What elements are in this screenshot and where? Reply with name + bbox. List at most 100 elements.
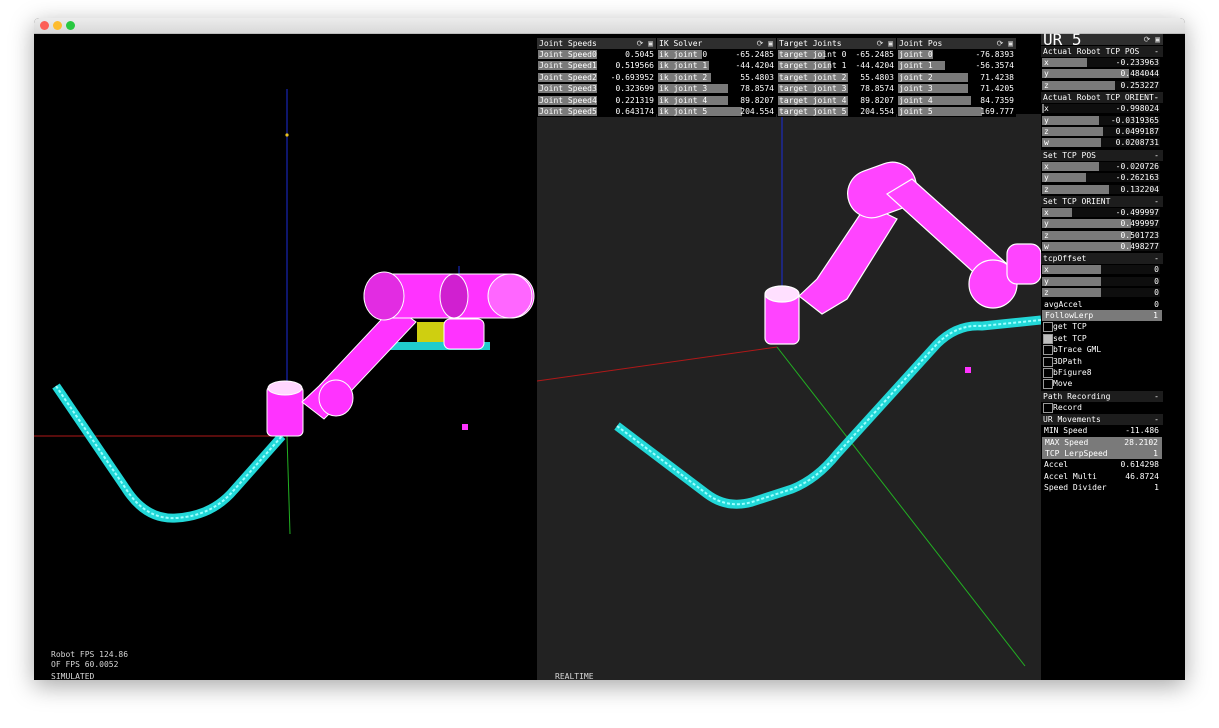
panel-header[interactable]: IK Solver ⟳ ▣ bbox=[657, 38, 776, 49]
slider-joint-5[interactable]: joint 5 169.777 bbox=[897, 106, 1016, 117]
slider-ik-joint-5[interactable]: ik joint 5 204.554 bbox=[657, 106, 776, 117]
realtime-viewport[interactable]: REALTIME bbox=[537, 34, 1041, 680]
slider-ik-joint-2[interactable]: ik joint 2 55.4803 bbox=[657, 72, 776, 83]
zoom-window-button[interactable] bbox=[66, 21, 75, 30]
section-set-tcp-orient[interactable]: Set TCP ORIENT - bbox=[1041, 195, 1163, 207]
collapse-icon[interactable]: - bbox=[1154, 196, 1159, 207]
slider-ik-joint-3[interactable]: ik joint 3 78.8574 bbox=[657, 83, 776, 94]
slider-tcpoffset-z[interactable]: z0 bbox=[1041, 287, 1163, 298]
collapse-icon[interactable]: - bbox=[1154, 150, 1159, 161]
slider-accel-multi[interactable]: Accel Multi 46.8724 bbox=[1041, 471, 1163, 482]
slider-label: MAX Speed bbox=[1045, 437, 1089, 447]
slider-min-speed[interactable]: MIN Speed -11.486 bbox=[1041, 425, 1163, 436]
panel-header[interactable]: Joint Speeds ⟳ ▣ bbox=[537, 38, 656, 49]
robot-arm bbox=[266, 271, 535, 437]
section-actual-robot-tcp-pos[interactable]: Actual Robot TCP POS - bbox=[1041, 46, 1163, 57]
slider-set-tcp-orient-w[interactable]: w 0.498277 bbox=[1041, 241, 1163, 252]
section-set-tcp-pos[interactable]: Set TCP POS - bbox=[1041, 149, 1163, 161]
slider-tcpoffset-x[interactable]: x0 bbox=[1041, 264, 1163, 275]
slider-set-tcp-orient-z[interactable]: z 0.501723 bbox=[1041, 230, 1163, 241]
panel-controls-icon[interactable]: ⟳ ▣ bbox=[1144, 34, 1160, 45]
toggle-set-tcp[interactable]: set TCP bbox=[1041, 333, 1163, 344]
panel-header[interactable]: Joint Pos ⟳ ▣ bbox=[897, 38, 1016, 49]
checkbox[interactable] bbox=[1043, 367, 1053, 378]
slider-value: -0.499997 bbox=[1115, 207, 1159, 217]
slider-joint-3[interactable]: joint 3 71.4205 bbox=[897, 83, 1016, 94]
slider-joint-speed4[interactable]: Joint Speed4 0.221319 bbox=[537, 95, 656, 106]
ur-movements-header[interactable]: UR Movements - bbox=[1041, 414, 1163, 426]
slider-value: -65.2485 bbox=[855, 50, 894, 59]
collapse-icon[interactable]: - bbox=[1154, 253, 1159, 264]
slider-actual-robot-tcp-orient-x[interactable]: x -0.998024 bbox=[1041, 103, 1163, 114]
toggle-btrace-gml[interactable]: bTrace GML bbox=[1041, 344, 1163, 356]
slider-joint-speed2[interactable]: Joint Speed2 -0.693952 bbox=[537, 72, 656, 83]
toggle-3dpath[interactable]: 3DPath bbox=[1041, 356, 1163, 367]
checkbox[interactable] bbox=[1043, 345, 1053, 356]
slider-tcpoffset-y[interactable]: y0 bbox=[1041, 276, 1163, 287]
follow-lerp-slider[interactable]: FollowLerp 1 bbox=[1042, 310, 1162, 322]
slider-tcp-lerpspeed[interactable]: TCP LerpSpeed 1 bbox=[1042, 447, 1162, 460]
slider-ik-joint-1[interactable]: ik joint 1 -44.4204 bbox=[657, 60, 776, 71]
checkbox[interactable] bbox=[1043, 322, 1053, 333]
panel-header[interactable]: Target Joints ⟳ ▣ bbox=[777, 38, 896, 49]
slider-ik-joint-0[interactable]: ik joint 0 -65.2485 bbox=[657, 49, 776, 60]
toggle-get-tcp[interactable]: get TCP bbox=[1041, 321, 1163, 333]
section-actual-robot-tcp-orient[interactable]: Actual Robot TCP ORIENT- - bbox=[1041, 92, 1163, 104]
collapse-icon[interactable]: - bbox=[1154, 391, 1159, 402]
record-toggle[interactable]: Record bbox=[1041, 402, 1163, 413]
slider-actual-robot-tcp-orient-z[interactable]: z 0.0499187 bbox=[1041, 126, 1163, 137]
slider-joint-speed3[interactable]: Joint Speed3 0.323699 bbox=[537, 83, 656, 94]
slider-joint-speed0[interactable]: Joint Speed0 0.5045 bbox=[537, 49, 656, 60]
simulated-viewport[interactable]: Robot FPS 124.86 OF FPS 60.0052 SIMULATE… bbox=[34, 34, 537, 680]
checkbox[interactable] bbox=[1043, 379, 1053, 390]
slider-speed-divider[interactable]: Speed Divider 1 bbox=[1041, 482, 1163, 493]
slider-joint-speed5[interactable]: Joint Speed5 0.643174 bbox=[537, 106, 656, 117]
slider-actual-robot-tcp-pos-x[interactable]: x -0.233963 bbox=[1041, 57, 1163, 68]
slider-accel[interactable]: Accel 0.614298 bbox=[1041, 459, 1163, 470]
path-recording-header[interactable]: Path Recording - bbox=[1041, 390, 1163, 402]
slider-label: joint 3 bbox=[899, 84, 933, 94]
slider-actual-robot-tcp-pos-z[interactable]: z 0.253227 bbox=[1041, 80, 1163, 91]
slider-set-tcp-pos-z[interactable]: z 0.132204 bbox=[1041, 184, 1163, 195]
slider-target-joint-1[interactable]: target joint 1 -44.4204 bbox=[777, 60, 896, 71]
panel-controls-icon[interactable]: ⟳ ▣ bbox=[877, 38, 893, 49]
slider-target-joint-0[interactable]: target joint 0 -65.2485 bbox=[777, 49, 896, 60]
toggle-bfigure8[interactable]: bFigure8 bbox=[1041, 367, 1163, 378]
slider-joint-1[interactable]: joint 1 -56.3574 bbox=[897, 60, 1016, 71]
checkbox[interactable] bbox=[1043, 356, 1053, 367]
slider-joint-0[interactable]: joint 0 -76.8393 bbox=[897, 49, 1016, 60]
slider-set-tcp-orient-x[interactable]: x -0.499997 bbox=[1041, 207, 1163, 218]
avg-accel-row[interactable]: avgAccel 0 bbox=[1041, 299, 1163, 310]
slider-ik-joint-4[interactable]: ik joint 4 89.8207 bbox=[657, 95, 776, 106]
slider-actual-robot-tcp-pos-y[interactable]: y 0.484044 bbox=[1041, 68, 1163, 79]
slider-target-joint-3[interactable]: target joint 3 78.8574 bbox=[777, 83, 896, 94]
close-window-button[interactable] bbox=[40, 21, 49, 30]
record-checkbox[interactable] bbox=[1043, 402, 1053, 413]
slider-target-joint-2[interactable]: target joint 2 55.4803 bbox=[777, 72, 896, 83]
checkbox[interactable] bbox=[1043, 333, 1053, 344]
slider-joint-4[interactable]: joint 4 84.7359 bbox=[897, 95, 1016, 106]
slider-value: 1 bbox=[1154, 483, 1159, 493]
slider-target-joint-4[interactable]: target joint 4 89.8207 bbox=[777, 95, 896, 106]
toggle-label: Move bbox=[1053, 379, 1073, 389]
slider-set-tcp-pos-x[interactable]: x -0.020726 bbox=[1041, 161, 1163, 172]
slider-joint-speed1[interactable]: Joint Speed1 0.519566 bbox=[537, 60, 656, 71]
panel-controls-icon[interactable]: ⟳ ▣ bbox=[997, 38, 1013, 49]
collapse-icon[interactable]: - bbox=[1154, 414, 1159, 425]
slider-value: 0.501723 bbox=[1120, 230, 1159, 240]
panel-controls-icon[interactable]: ⟳ ▣ bbox=[637, 38, 653, 49]
slider-actual-robot-tcp-orient-w[interactable]: w 0.0208731 bbox=[1041, 137, 1163, 148]
slider-set-tcp-orient-y[interactable]: y 0.499997 bbox=[1041, 218, 1163, 229]
toggle-move[interactable]: Move bbox=[1041, 378, 1163, 390]
slider-joint-2[interactable]: joint 2 71.4238 bbox=[897, 72, 1016, 83]
collapse-icon[interactable]: - bbox=[1154, 92, 1159, 103]
slider-actual-robot-tcp-orient-y[interactable]: y -0.0319365 bbox=[1041, 115, 1163, 126]
minimize-window-button[interactable] bbox=[53, 21, 62, 30]
collapse-icon[interactable]: - bbox=[1154, 46, 1159, 57]
section-tcpoffset[interactable]: tcpOffset - bbox=[1041, 253, 1163, 265]
ur5-panel-header[interactable]: UR 5 ⟳ ▣ bbox=[1041, 32, 1163, 48]
slider-target-joint-5[interactable]: target joint 5 204.554 bbox=[777, 106, 896, 117]
panel-controls-icon[interactable]: ⟳ ▣ bbox=[757, 38, 773, 49]
slider-set-tcp-pos-y[interactable]: y -0.262163 bbox=[1041, 172, 1163, 183]
slider-max-speed[interactable]: MAX Speed 28.2102 bbox=[1042, 436, 1162, 448]
